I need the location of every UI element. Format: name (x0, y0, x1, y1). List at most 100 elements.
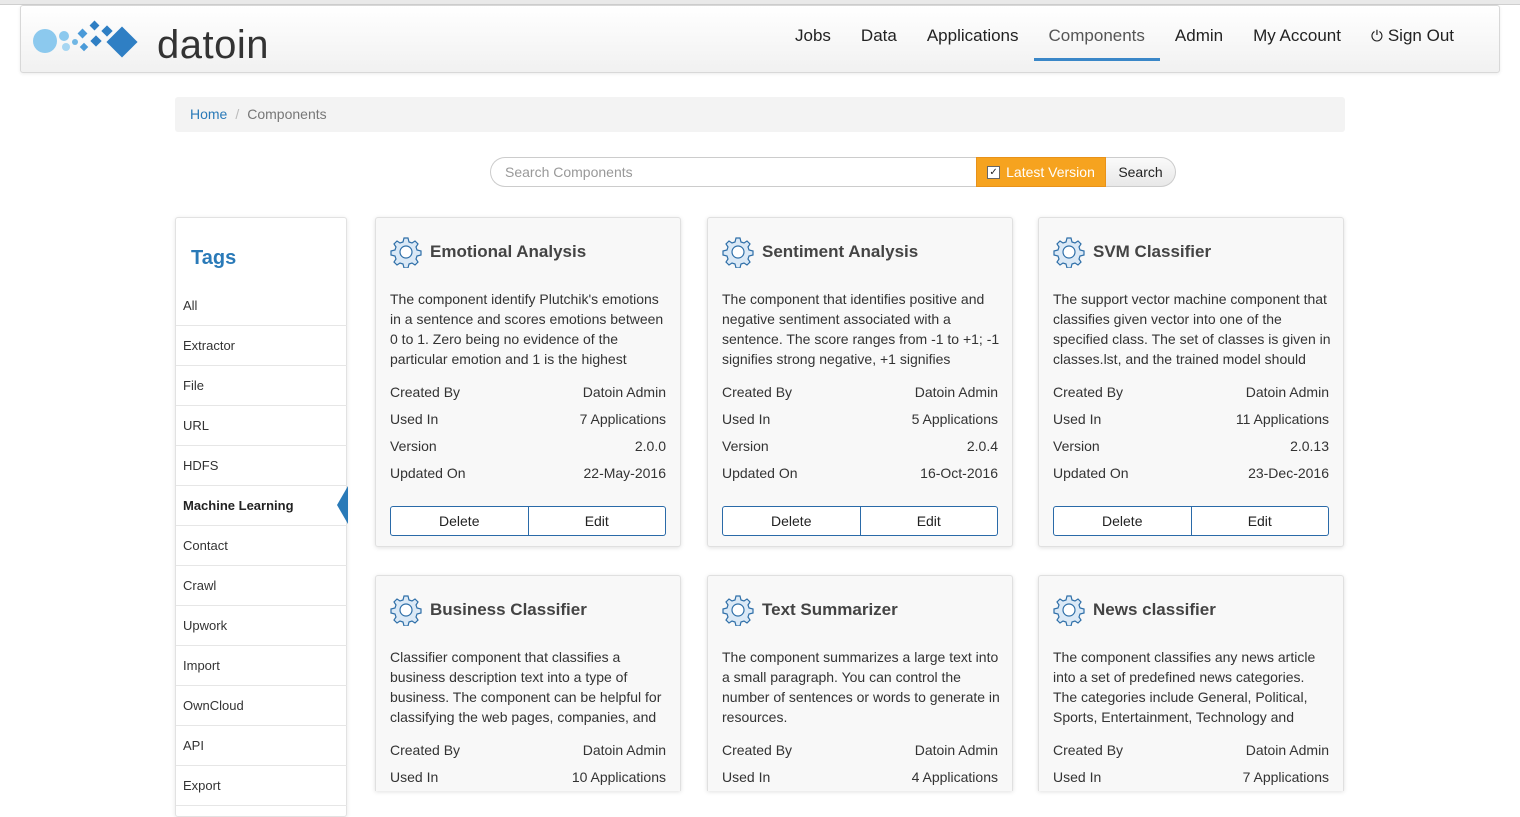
tag-item[interactable]: All (176, 286, 347, 326)
brand-name: datoin (157, 23, 269, 67)
meta-value: Datoin Admin (914, 384, 998, 400)
tag-item[interactable]: File (176, 366, 347, 406)
tag-item[interactable]: Import (176, 646, 347, 686)
component-title[interactable]: News classifier (1093, 600, 1216, 620)
tag-item[interactable]: API (176, 726, 347, 766)
nav-applications[interactable]: Applications (912, 6, 1034, 72)
nav-sign-out[interactable]: ⏻ Sign Out (1356, 6, 1469, 72)
component-card: Sentiment Analysis The component that id… (707, 217, 1013, 547)
delete-button[interactable]: Delete (722, 506, 861, 536)
nav-admin[interactable]: Admin (1160, 6, 1238, 72)
search-input[interactable] (490, 157, 976, 187)
meta-label: Updated On (722, 465, 798, 481)
datoin-logo[interactable]: datoin (31, 16, 271, 67)
component-card: Emotional Analysis The component identif… (375, 217, 681, 547)
nav-data[interactable]: Data (846, 6, 912, 72)
meta-label: Version (1053, 438, 1100, 454)
nav-components[interactable]: Components (1033, 6, 1161, 72)
component-card: Text Summarizer The component summarizes… (707, 575, 1013, 791)
component-meta: Created By Datoin Admin Used In 5 Applicat… (722, 381, 998, 489)
top-navbar: datoin Jobs Data Applications Components… (20, 5, 1500, 73)
edit-button[interactable]: Edit (1191, 506, 1329, 536)
breadcrumb-current: Components (247, 106, 327, 122)
component-title[interactable]: Text Summarizer (762, 600, 898, 620)
component-description: The support vector machine component tha… (1053, 291, 1331, 367)
meta-label: Updated On (1053, 465, 1129, 481)
meta-label: Updated On (390, 465, 466, 481)
meta-label: Created By (1053, 384, 1124, 400)
meta-label: Created By (1053, 742, 1124, 758)
component-card: News classifier The component classifies… (1038, 575, 1344, 791)
tag-item[interactable]: Contact (176, 526, 347, 566)
edit-button[interactable]: Edit (528, 506, 666, 536)
meta-label: Used In (722, 411, 771, 427)
breadcrumb-home[interactable]: Home (190, 106, 227, 122)
meta-value: 10 Applications (571, 769, 666, 785)
meta-value: 11 Applications (1235, 411, 1329, 427)
tag-item[interactable]: Export (176, 766, 347, 806)
meta-label: Used In (722, 769, 771, 785)
meta-label: Version (722, 438, 769, 454)
nav-jobs[interactable]: Jobs (780, 6, 846, 72)
component-meta: Created By Datoin Admin Used In 7 Applicat… (1053, 739, 1329, 793)
tag-item-active[interactable]: Machine Learning (176, 486, 348, 526)
component-title[interactable]: SVM Classifier (1093, 242, 1211, 262)
meta-label: Created By (390, 384, 461, 400)
component-description: The component identify Plutchik's emotio… (390, 291, 664, 367)
latest-version-toggle[interactable]: ✓ Latest Version (976, 157, 1106, 187)
meta-label: Used In (390, 411, 439, 427)
meta-value: Datoin Admin (1245, 742, 1329, 758)
meta-label: Created By (722, 742, 793, 758)
nav-my-account[interactable]: My Account (1238, 6, 1356, 72)
meta-label: Used In (1053, 769, 1102, 785)
meta-value: 7 Applications (1242, 769, 1329, 785)
breadcrumb-separator: / (235, 106, 240, 122)
tag-item[interactable]: Upwork (176, 606, 347, 646)
meta-label: Created By (390, 742, 461, 758)
checkbox-icon[interactable]: ✓ (987, 165, 1001, 179)
component-meta: Created By Datoin Admin Used In 10 Applica… (390, 739, 666, 793)
delete-button[interactable]: Delete (390, 506, 529, 536)
component-meta: Created By Datoin Admin Used In 11 Applica… (1053, 381, 1329, 489)
card-actions: Delete Edit (390, 506, 666, 536)
component-title[interactable]: Sentiment Analysis (762, 242, 918, 262)
component-description: Classifier component that classifies a b… (390, 649, 662, 725)
meta-value: 2.0.4 (966, 438, 998, 454)
card-actions: Delete Edit (722, 506, 998, 536)
tag-item[interactable]: HDFS (176, 446, 347, 486)
gear-icon (390, 237, 422, 268)
tag-item[interactable]: URL (176, 406, 347, 446)
tags-panel: Tags All Extractor File URL HDFS Machine… (175, 217, 348, 817)
gear-icon (722, 595, 754, 626)
component-title[interactable]: Emotional Analysis (430, 242, 586, 262)
meta-value: 23-Dec-2016 (1248, 465, 1329, 481)
meta-value: Datoin Admin (914, 742, 998, 758)
meta-value: 16-Oct-2016 (920, 465, 998, 481)
tag-item[interactable]: Extractor (176, 326, 347, 366)
component-card: Business Classifier Classifier component… (375, 575, 681, 791)
meta-value: Datoin Admin (1245, 384, 1329, 400)
edit-button[interactable]: Edit (860, 506, 998, 536)
card-actions: Delete Edit (1053, 506, 1329, 536)
tag-item[interactable]: Crawl (176, 566, 347, 606)
main-nav: Jobs Data Applications Components Admin … (780, 6, 1469, 72)
component-description: The component classifies any news articl… (1053, 649, 1316, 725)
meta-value: Datoin Admin (582, 742, 666, 758)
meta-value: 7 Applications (579, 411, 666, 427)
tag-list: All Extractor File URL HDFS Machine Lear… (176, 286, 348, 806)
gear-icon (1053, 595, 1085, 626)
search-button[interactable]: Search (1106, 157, 1176, 187)
logo-mark-icon (33, 20, 138, 58)
breadcrumb: Home / Components (175, 97, 1345, 132)
tags-title: Tags (191, 247, 237, 269)
search-bar: ✓ Latest Version Search (490, 157, 1176, 187)
component-card: SVM Classifier The support vector machin… (1038, 217, 1344, 547)
component-title[interactable]: Business Classifier (430, 600, 587, 620)
delete-button[interactable]: Delete (1053, 506, 1192, 536)
component-meta: Created By Datoin Admin Used In 7 Applicat… (390, 381, 666, 489)
meta-label: Created By (722, 384, 793, 400)
tag-item[interactable]: OwnCloud (176, 686, 347, 726)
meta-value: 4 Applications (911, 769, 998, 785)
component-description: The component summarizes a large text in… (722, 649, 1000, 725)
latest-version-label: Latest Version (1006, 164, 1095, 180)
